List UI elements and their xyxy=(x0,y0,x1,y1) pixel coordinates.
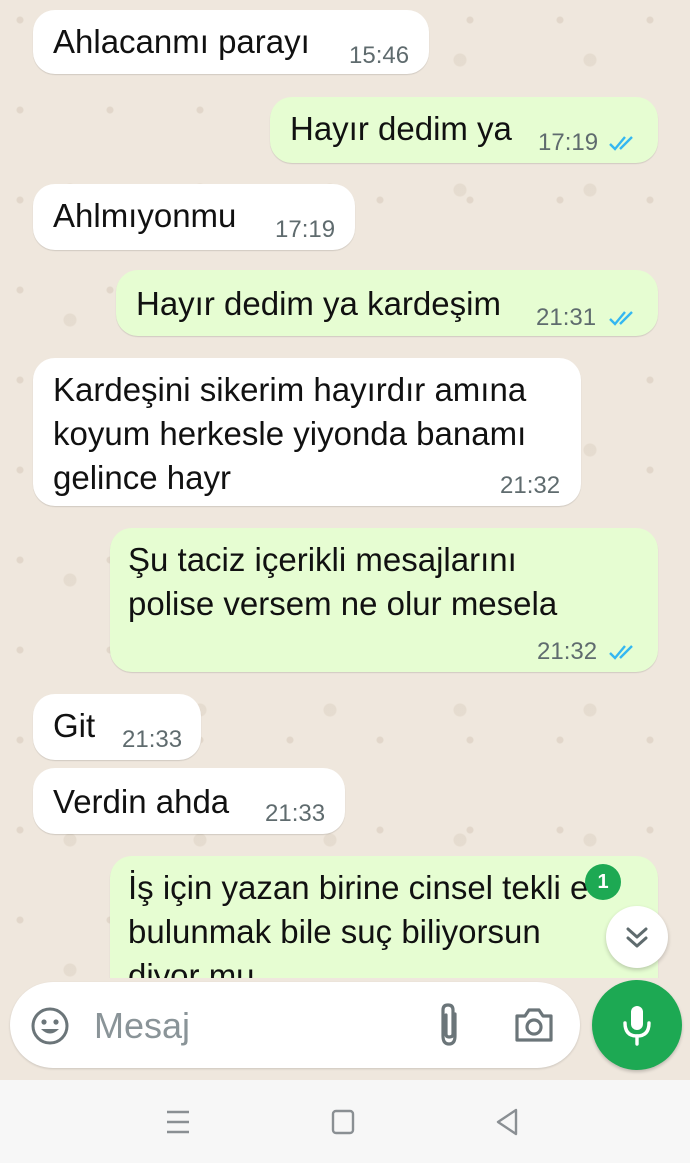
message-time: 21:33 xyxy=(265,800,326,827)
chat-area[interactable]: Ahlacanmı parayı 15:46 Hayır dedim ya 17… xyxy=(0,0,690,978)
message-text: İş için yazan birine cinsel tekli e bulu… xyxy=(128,869,589,978)
message-input-container[interactable] xyxy=(10,982,580,1068)
message-bubble-incoming[interactable]: Verdin ahda 21:33 xyxy=(33,768,345,834)
message-text: Ahlacanmı parayı xyxy=(53,23,310,60)
system-navigation-bar xyxy=(0,1080,690,1163)
double-check-read-icon xyxy=(609,645,633,660)
message-bubble-outgoing[interactable]: Şu taciz içerikli mesajlarını polise ver… xyxy=(110,528,658,672)
double-check-read-icon xyxy=(609,311,633,326)
menu-lines-icon[interactable] xyxy=(160,1104,196,1140)
message-text: Hayır dedim ya xyxy=(290,110,512,147)
message-time: 21:32 xyxy=(537,638,598,665)
square-home-icon[interactable] xyxy=(325,1104,361,1140)
message-text: Verdin ahda xyxy=(53,783,230,820)
microphone-button[interactable] xyxy=(592,980,682,1070)
message-time: 21:31 xyxy=(536,304,597,331)
unread-count-badge: 1 xyxy=(585,864,621,900)
message-composer xyxy=(0,978,690,1080)
message-time: 17:19 xyxy=(275,216,336,243)
message-bubble-outgoing[interactable]: Hayır dedim ya kardeşim 21:31 xyxy=(116,270,658,336)
message-bubble-incoming[interactable]: Kardeşini sikerim hayırdır amına koyum h… xyxy=(33,358,581,506)
message-bubble-outgoing[interactable]: İş için yazan birine cinsel tekli e bulu… xyxy=(110,856,658,978)
double-check-read-icon xyxy=(609,136,633,151)
message-input[interactable] xyxy=(92,1000,416,1052)
scroll-to-bottom-button[interactable] xyxy=(606,906,668,968)
message-text: Git xyxy=(53,707,96,744)
message-bubble-incoming[interactable]: Ahlacanmı parayı 15:46 xyxy=(33,10,429,74)
message-text: Şu taciz içerikli mesajlarını polise ver… xyxy=(128,541,558,622)
paperclip-icon[interactable] xyxy=(434,1002,464,1048)
message-bubble-incoming[interactable]: Git 21:33 xyxy=(33,694,201,760)
message-bubble-outgoing[interactable]: Hayır dedim ya 17:19 xyxy=(270,97,658,163)
double-chevron-down-icon xyxy=(626,927,648,948)
message-time: 15:46 xyxy=(349,42,410,69)
emoji-smile-icon[interactable] xyxy=(30,1006,70,1046)
triangle-back-icon[interactable] xyxy=(490,1104,526,1140)
message-bubble-incoming[interactable]: Ahlmıyonmu 17:19 xyxy=(33,184,355,250)
message-time: 21:32 xyxy=(500,472,561,499)
camera-icon[interactable] xyxy=(513,1006,555,1044)
message-text: Ahlmıyonmu xyxy=(53,197,237,234)
message-time: 17:19 xyxy=(538,129,599,156)
message-text: Kardeşini sikerim hayırdır amına koyum h… xyxy=(53,371,527,496)
message-time: 21:33 xyxy=(122,726,183,753)
microphone-icon xyxy=(623,1006,651,1046)
message-text: Hayır dedim ya kardeşim xyxy=(136,285,501,322)
